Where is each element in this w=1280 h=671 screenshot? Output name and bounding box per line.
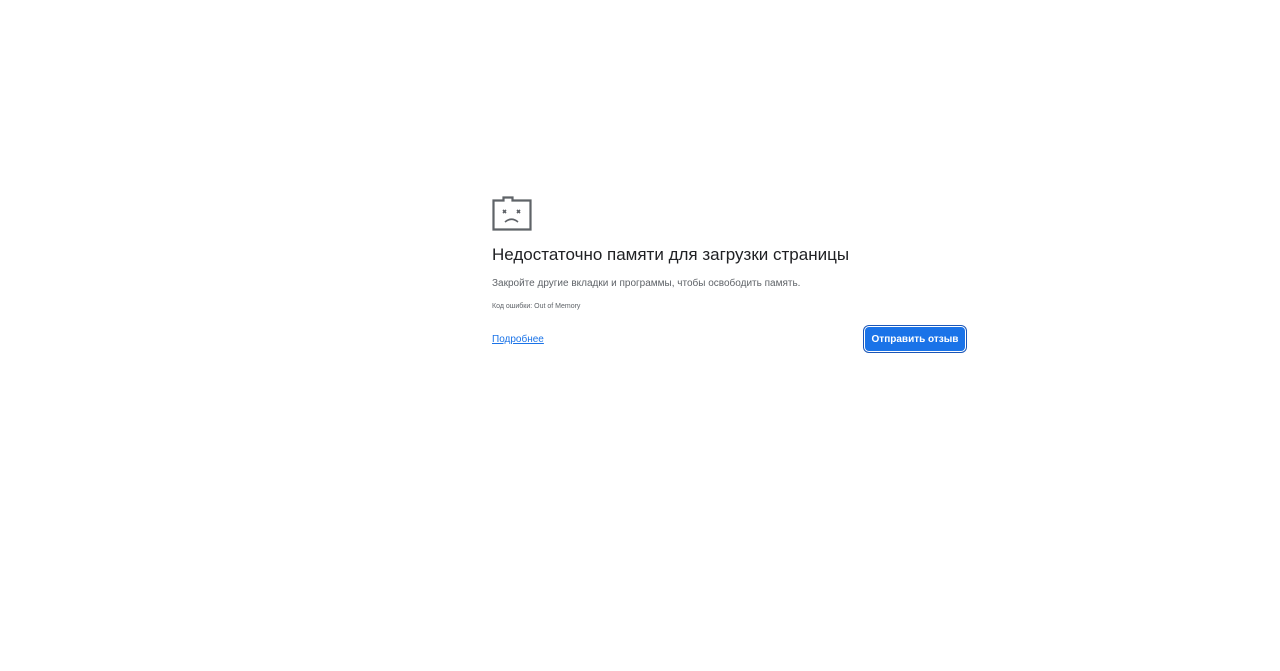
error-container: Недостаточно памяти для загрузки страниц…	[492, 196, 965, 353]
learn-more-link[interactable]: Подробнее	[492, 334, 544, 346]
send-feedback-button[interactable]: Отправить отзыв	[865, 327, 965, 351]
error-code: Код ошибки: Out of Memory	[492, 303, 581, 310]
error-page: Недостаточно памяти для загрузки страниц…	[0, 0, 1280, 671]
error-actions: Подробнее Отправить отзыв	[492, 327, 965, 353]
sad-tab-icon	[492, 196, 532, 231]
error-message: Закройте другие вкладки и программы, что…	[492, 278, 801, 289]
page-title: Недостаточно памяти для загрузки страниц…	[492, 245, 850, 264]
